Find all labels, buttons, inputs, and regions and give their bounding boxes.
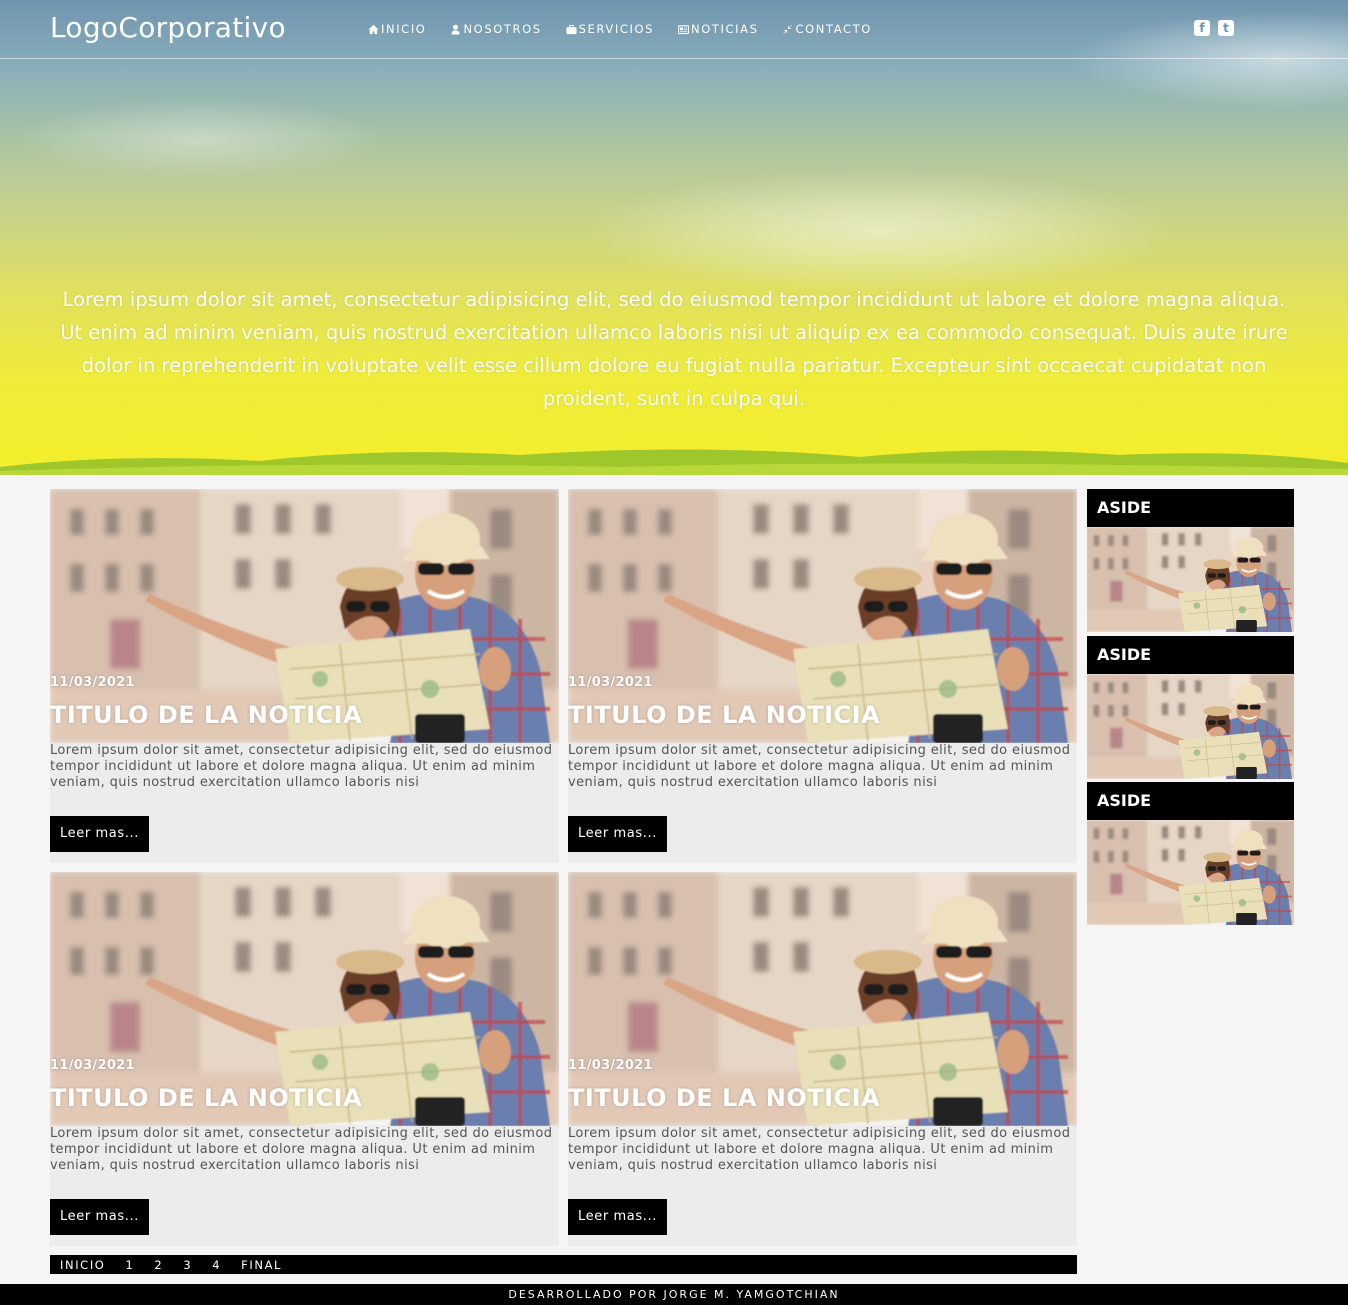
social-links: f t <box>1194 20 1234 36</box>
news-date: 11/03/2021 <box>568 1058 653 1073</box>
facebook-icon[interactable]: f <box>1194 20 1210 36</box>
news-image[interactable]: 11/03/2021 TITULO DE LA NOTICIA <box>568 489 1077 743</box>
main-menu: INICIO NOSOTROS SERVICIOS NOTICIAS CONTA… <box>368 22 872 36</box>
news-excerpt: Lorem ipsum dolor sit amet, consectetur … <box>568 743 1071 790</box>
top-navbar: LogoCorporativo INICIO NOSOTROS SERVICIO… <box>0 0 1348 59</box>
news-image[interactable]: 11/03/2021 TITULO DE LA NOTICIA <box>50 489 559 743</box>
news-title[interactable]: TITULO DE LA NOTICIA <box>50 1084 362 1112</box>
menu-item-label: NOTICIAS <box>691 22 759 36</box>
news-title[interactable]: TITULO DE LA NOTICIA <box>50 701 362 729</box>
home-icon <box>368 24 379 34</box>
menu-item-label: SERVICIOS <box>578 22 655 36</box>
hills-illustration <box>0 449 1348 475</box>
logo[interactable]: LogoCorporativo <box>50 11 286 44</box>
hero-text: Lorem ipsum dolor sit amet, consectetur … <box>60 288 1288 410</box>
page-link-1[interactable]: 1 <box>125 1258 134 1272</box>
read-more-button[interactable]: Leer mas... <box>50 816 149 852</box>
hero-banner: LogoCorporativo INICIO NOSOTROS SERVICIO… <box>0 0 1348 475</box>
news-image[interactable]: 11/03/2021 TITULO DE LA NOTICIA <box>568 872 1077 1126</box>
page-link-4[interactable]: 4 <box>212 1258 221 1272</box>
briefcase-icon <box>566 24 577 34</box>
read-more-button[interactable]: Leer mas... <box>50 1199 149 1235</box>
news-card: 11/03/2021 TITULO DE LA NOTICIA Lorem ip… <box>50 872 559 1246</box>
news-excerpt: Lorem ipsum dolor sit amet, consectetur … <box>568 1126 1071 1173</box>
newspaper-icon <box>678 24 690 34</box>
page-link-last[interactable]: FINAL <box>241 1258 282 1272</box>
news-date: 11/03/2021 <box>568 675 653 690</box>
aside-block: ASIDE <box>1087 782 1294 925</box>
page-link-first[interactable]: INICIO <box>60 1258 105 1272</box>
news-date: 11/03/2021 <box>50 675 135 690</box>
menu-item-contacto[interactable]: CONTACTO <box>782 22 871 36</box>
news-excerpt: Lorem ipsum dolor sit amet, consectetur … <box>50 743 553 790</box>
aside-image[interactable] <box>1087 674 1294 779</box>
aside-title: ASIDE <box>1087 782 1294 820</box>
menu-item-label: INICIO <box>381 22 427 36</box>
footer-credit: DESARROLLADO POR JORGE M. YAMGOTCHIAN <box>508 1288 840 1301</box>
menu-item-noticias[interactable]: NOTICIAS <box>678 22 758 36</box>
news-image[interactable]: 11/03/2021 TITULO DE LA NOTICIA <box>50 872 559 1126</box>
news-card: 11/03/2021 TITULO DE LA NOTICIA Lorem ip… <box>568 489 1077 863</box>
menu-item-servicios[interactable]: SERVICIOS <box>566 22 654 36</box>
compress-icon <box>783 24 793 34</box>
menu-item-nosotros[interactable]: NOSOTROS <box>450 22 541 36</box>
aside-image[interactable] <box>1087 820 1294 925</box>
menu-item-label: CONTACTO <box>795 22 872 36</box>
twitter-icon[interactable]: t <box>1218 20 1234 36</box>
news-card: 11/03/2021 TITULO DE LA NOTICIA Lorem ip… <box>50 489 559 863</box>
menu-item-inicio[interactable]: INICIO <box>368 22 426 36</box>
aside-title: ASIDE <box>1087 489 1294 527</box>
pagination: INICIO 1 2 3 4 FINAL <box>50 1255 1077 1274</box>
news-excerpt: Lorem ipsum dolor sit amet, consectetur … <box>50 1126 553 1173</box>
read-more-button[interactable]: Leer mas... <box>568 816 667 852</box>
user-icon <box>451 24 461 35</box>
aside-block: ASIDE <box>1087 489 1294 632</box>
page-link-3[interactable]: 3 <box>183 1258 192 1272</box>
news-title[interactable]: TITULO DE LA NOTICIA <box>568 1084 880 1112</box>
news-card: 11/03/2021 TITULO DE LA NOTICIA Lorem ip… <box>568 872 1077 1246</box>
menu-item-label: NOSOTROS <box>463 22 542 36</box>
aside-title: ASIDE <box>1087 636 1294 674</box>
aside-block: ASIDE <box>1087 636 1294 779</box>
news-date: 11/03/2021 <box>50 1058 135 1073</box>
footer: DESARROLLADO POR JORGE M. YAMGOTCHIAN <box>0 1284 1348 1305</box>
aside-image[interactable] <box>1087 527 1294 632</box>
read-more-button[interactable]: Leer mas... <box>568 1199 667 1235</box>
news-title[interactable]: TITULO DE LA NOTICIA <box>568 701 880 729</box>
page-link-2[interactable]: 2 <box>154 1258 163 1272</box>
